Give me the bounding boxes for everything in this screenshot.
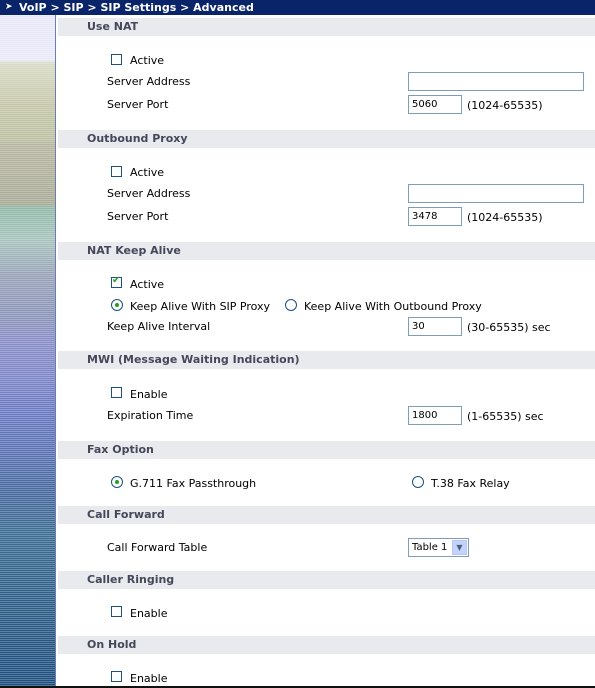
on-hold-enable-checkbox[interactable] xyxy=(111,671,122,682)
outbound-proxy-server-port-label: Server Port xyxy=(107,210,169,223)
use-nat-server-port-input[interactable]: 5060 xyxy=(408,95,462,114)
section-title: MWI (Message Waiting Indication) xyxy=(87,353,300,366)
keep-alive-interval-label: Keep Alive Interval xyxy=(107,320,211,333)
outbound-proxy-server-port-range: (1024-65535) xyxy=(467,211,543,224)
keep-alive-sip-proxy-label: Keep Alive With SIP Proxy xyxy=(130,300,271,313)
breadcrumb: VoIP > SIP > SIP Settings > Advanced xyxy=(19,1,254,14)
section-header-use-nat: Use NAT xyxy=(58,18,595,36)
mwi-enable-checkbox[interactable] xyxy=(111,387,122,398)
section-header-on-hold: On Hold xyxy=(58,636,595,654)
fax-t38-radio[interactable] xyxy=(412,476,424,488)
keep-alive-outbound-proxy-label: Keep Alive With Outbound Proxy xyxy=(304,300,482,313)
section-header-fax-option: Fax Option xyxy=(58,441,595,459)
use-nat-server-address-input[interactable] xyxy=(408,72,584,91)
mwi-expiration-input[interactable]: 1800 xyxy=(408,406,462,425)
nat-keep-alive-active-label: Active xyxy=(130,278,165,291)
use-nat-active-checkbox[interactable] xyxy=(111,54,122,65)
section-title: Outbound Proxy xyxy=(87,132,188,145)
keep-alive-sip-proxy-radio[interactable] xyxy=(111,299,123,311)
call-forward-table-select[interactable]: Table 1 ▼ xyxy=(408,538,469,557)
section-title: Fax Option xyxy=(87,443,154,456)
use-nat-server-address-label: Server Address xyxy=(107,75,191,88)
left-navigation-panel xyxy=(0,15,56,688)
breadcrumb-arrow-icon: ➤ xyxy=(5,2,13,12)
caller-ringing-enable-checkbox[interactable] xyxy=(111,606,122,617)
keep-alive-outbound-proxy-radio[interactable] xyxy=(285,299,297,311)
outbound-proxy-server-port-input[interactable]: 3478 xyxy=(408,207,462,226)
call-forward-table-value: Table 1 xyxy=(412,542,448,553)
chevron-down-icon[interactable]: ▼ xyxy=(452,540,467,555)
call-forward-table-label: Call Forward Table xyxy=(107,541,208,554)
section-title: Caller Ringing xyxy=(87,573,175,586)
section-header-outbound-proxy: Outbound Proxy xyxy=(58,130,595,148)
section-header-nat-keep-alive: NAT Keep Alive xyxy=(58,242,595,260)
section-title: Call Forward xyxy=(87,508,165,521)
fax-g711-label: G.711 Fax Passthrough xyxy=(130,477,257,490)
mwi-expiration-range: (1-65535) sec xyxy=(467,410,544,423)
section-header-call-forward: Call Forward xyxy=(58,506,595,524)
use-nat-server-port-range: (1024-65535) xyxy=(467,99,543,112)
keep-alive-interval-input[interactable]: 30 xyxy=(408,317,462,336)
section-header-mwi: MWI (Message Waiting Indication) xyxy=(58,351,595,369)
section-title: Use NAT xyxy=(87,20,139,33)
use-nat-server-port-label: Server Port xyxy=(107,98,169,111)
on-hold-enable-label: Enable xyxy=(130,672,168,685)
section-header-caller-ringing: Caller Ringing xyxy=(58,571,595,589)
outbound-proxy-active-checkbox[interactable] xyxy=(111,166,122,177)
section-title: On Hold xyxy=(87,638,137,651)
caller-ringing-enable-label: Enable xyxy=(130,607,168,620)
breadcrumb-bar: ➤ VoIP > SIP > SIP Settings > Advanced xyxy=(0,0,595,15)
outbound-proxy-active-label: Active xyxy=(130,166,165,179)
section-title: NAT Keep Alive xyxy=(87,244,181,257)
mwi-enable-label: Enable xyxy=(130,388,168,401)
outbound-proxy-server-address-label: Server Address xyxy=(107,187,191,200)
use-nat-active-label: Active xyxy=(130,54,165,67)
keep-alive-interval-range: (30-65535) sec xyxy=(467,321,551,334)
fax-t38-label: T.38 Fax Relay xyxy=(431,477,510,490)
mwi-expiration-label: Expiration Time xyxy=(107,409,194,422)
nat-keep-alive-active-checkbox[interactable] xyxy=(111,275,122,288)
outbound-proxy-server-address-input[interactable] xyxy=(408,184,584,203)
fax-g711-radio[interactable] xyxy=(111,476,123,488)
